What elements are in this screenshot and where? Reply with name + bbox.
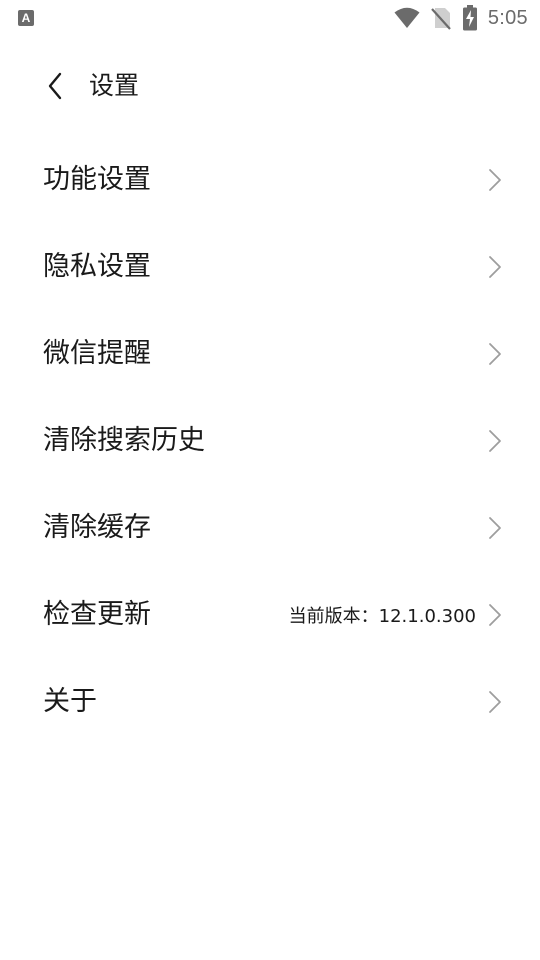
no-sim-icon [431, 8, 451, 30]
settings-item-feature-settings[interactable]: 功能设置 [0, 136, 540, 223]
settings-item-right: 当前版本：12.1.0.300 [289, 571, 502, 658]
settings-item-label: 清除搜索历史 [43, 425, 205, 456]
battery-charging-icon [462, 5, 477, 31]
app-notification-icon: A [18, 10, 34, 26]
chevron-right-icon [488, 342, 502, 366]
settings-item-label: 微信提醒 [43, 338, 151, 369]
back-button[interactable] [40, 68, 72, 104]
settings-item-right [488, 658, 502, 745]
current-version-text: 当前版本：12.1.0.300 [288, 605, 476, 627]
settings-item-label: 检查更新 [43, 599, 151, 630]
settings-item-right [488, 397, 502, 484]
chevron-right-icon [488, 603, 502, 627]
status-bar-right: 5:05 [394, 4, 528, 32]
settings-item-right [488, 484, 502, 571]
settings-list: 功能设置 隐私设置 微信提醒 清除搜索历史 清除缓存 检查更新 当前版本：12.… [0, 136, 540, 745]
chevron-right-icon [488, 168, 502, 192]
settings-item-right [488, 136, 502, 223]
page-title: 设置 [89, 71, 140, 100]
chevron-right-icon [488, 255, 502, 279]
chevron-right-icon [488, 516, 502, 540]
status-time: 5:05 [487, 6, 528, 29]
settings-item-privacy-settings[interactable]: 隐私设置 [0, 223, 540, 310]
settings-item-clear-cache[interactable]: 清除缓存 [0, 484, 540, 571]
status-bar: A 5:05 [0, 0, 540, 36]
settings-item-label: 清除缓存 [43, 512, 151, 543]
settings-item-clear-search-history[interactable]: 清除搜索历史 [0, 397, 540, 484]
settings-item-right [488, 310, 502, 397]
settings-item-label: 功能设置 [43, 164, 151, 195]
chevron-right-icon [488, 429, 502, 453]
settings-item-check-update[interactable]: 检查更新 当前版本：12.1.0.300 [0, 571, 540, 658]
header: 设置 [0, 58, 540, 114]
settings-item-right [488, 223, 502, 310]
chevron-left-icon [48, 72, 62, 100]
chevron-right-icon [488, 690, 502, 714]
wifi-icon [394, 7, 420, 28]
settings-item-label: 隐私设置 [43, 251, 151, 282]
settings-item-wechat-reminder[interactable]: 微信提醒 [0, 310, 540, 397]
settings-item-label: 关于 [43, 686, 97, 717]
settings-item-about[interactable]: 关于 [0, 658, 540, 745]
